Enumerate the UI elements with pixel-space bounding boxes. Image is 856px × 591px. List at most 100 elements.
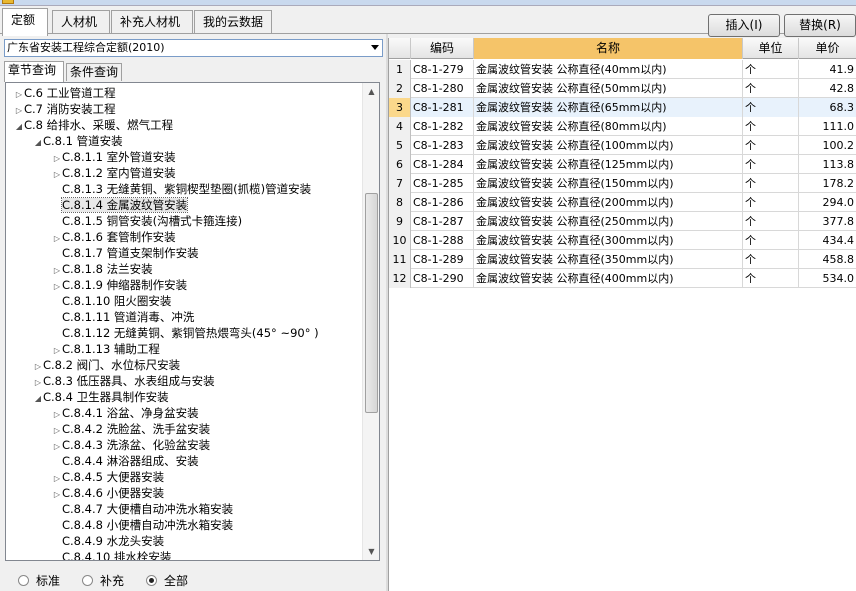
table-row[interactable]: 2 C8-1-280 金属波纹管安装 公称直径(50mm以内) 个 42.8 — [389, 79, 856, 98]
row-number[interactable]: 9 — [389, 212, 411, 231]
price-cell[interactable]: 42.8 — [799, 79, 856, 98]
unit-cell[interactable]: 个 — [743, 117, 799, 136]
unit-cell[interactable]: 个 — [743, 98, 799, 117]
row-number[interactable]: 12 — [389, 269, 411, 288]
name-cell[interactable]: 金属波纹管安装 公称直径(400mm以内) — [474, 269, 743, 288]
tree-node[interactable]: ▷ C.8.1.13 辅助工程 — [52, 341, 160, 357]
code-cell[interactable]: C8-1-290 — [411, 269, 474, 288]
code-cell[interactable]: C8-1-287 — [411, 212, 474, 231]
row-number[interactable]: 5 — [389, 136, 411, 155]
price-cell[interactable]: 68.3 — [799, 98, 856, 117]
name-cell[interactable]: 金属波纹管安装 公称直径(65mm以内) — [474, 98, 743, 117]
tree-node[interactable]: C.8.1.11 管道消毒、冲洗 — [52, 309, 194, 325]
radio-supplement-dot[interactable] — [82, 575, 93, 586]
table-row[interactable]: 3 C8-1-281 金属波纹管安装 公称直径(65mm以内) 个 68.3 — [389, 98, 856, 117]
row-number[interactable]: 7 — [389, 174, 411, 193]
name-cell[interactable]: 金属波纹管安装 公称直径(50mm以内) — [474, 79, 743, 98]
radio-standard-dot[interactable] — [18, 575, 29, 586]
tree-node[interactable]: ▷ C.8.1.1 室外管道安装 — [52, 149, 176, 165]
tree-node[interactable]: C.8.4.7 大便槽自动冲洗水箱安装 — [52, 501, 233, 517]
tree-node[interactable]: C.8.4.4 淋浴器组成、安装 — [52, 453, 199, 469]
chevron-down-icon[interactable] — [371, 45, 379, 50]
tree-node[interactable]: ◢ C.8.4 卫生器具制作安装 — [33, 389, 169, 405]
replace-button[interactable]: 替换(R) — [784, 14, 856, 37]
row-number[interactable]: 2 — [389, 79, 411, 98]
tree-node[interactable]: ▷ C.8.3 低压器具、水表组成与安装 — [33, 373, 215, 389]
tree-node[interactable]: C.8.1.10 阻火圈安装 — [52, 293, 171, 309]
unit-cell[interactable]: 个 — [743, 269, 799, 288]
scroll-thumb[interactable] — [365, 193, 378, 413]
tree-node[interactable]: C.8.4.8 小便槽自动冲洗水箱安装 — [52, 517, 233, 533]
tab-supplement-materials[interactable]: 补充人材机 — [111, 10, 193, 34]
table-row[interactable]: 12 C8-1-290 金属波纹管安装 公称直径(400mm以内) 个 534.0 — [389, 269, 856, 288]
unit-cell[interactable]: 个 — [743, 136, 799, 155]
code-cell[interactable]: C8-1-284 — [411, 155, 474, 174]
header-unit[interactable]: 单位 — [743, 38, 799, 59]
price-cell[interactable]: 458.8 — [799, 250, 856, 269]
name-cell[interactable]: 金属波纹管安装 公称直径(100mm以内) — [474, 136, 743, 155]
unit-cell[interactable]: 个 — [743, 231, 799, 250]
price-cell[interactable]: 294.0 — [799, 193, 856, 212]
table-row[interactable]: 7 C8-1-285 金属波纹管安装 公称直径(150mm以内) 个 178.2 — [389, 174, 856, 193]
name-cell[interactable]: 金属波纹管安装 公称直径(250mm以内) — [474, 212, 743, 231]
insert-button[interactable]: 插入(I) — [708, 14, 780, 37]
row-number[interactable]: 6 — [389, 155, 411, 174]
unit-cell[interactable]: 个 — [743, 193, 799, 212]
radio-all[interactable]: 全部 — [146, 572, 188, 589]
tree-node[interactable]: ▷ C.8.4.5 大便器安装 — [52, 469, 164, 485]
tree-node[interactable]: ▷ C.8.1.8 法兰安装 — [52, 261, 153, 277]
code-cell[interactable]: C8-1-289 — [411, 250, 474, 269]
code-cell[interactable]: C8-1-279 — [411, 60, 474, 79]
chapter-tree[interactable]: ▷ C.6 工业管道工程 ▷ C.7 消防安装工程 ◢ C.8 给排水、采暖、燃气工程 ◢ C… — [5, 82, 380, 561]
unit-cell[interactable]: 个 — [743, 174, 799, 193]
tree-node[interactable]: ▷ C.8.1.6 套管制作安装 — [52, 229, 176, 245]
row-number[interactable]: 4 — [389, 117, 411, 136]
table-row[interactable]: 8 C8-1-286 金属波纹管安装 公称直径(200mm以内) 个 294.0 — [389, 193, 856, 212]
tree-node[interactable]: C.8.1.12 无缝黄铜、紫铜管热煨弯头(45° ~90° ) — [52, 325, 319, 341]
tree-node[interactable]: ▷ C.8.4.3 洗涤盆、化验盆安装 — [52, 437, 210, 453]
price-cell[interactable]: 111.0 — [799, 117, 856, 136]
code-cell[interactable]: C8-1-280 — [411, 79, 474, 98]
name-cell[interactable]: 金属波纹管安装 公称直径(350mm以内) — [474, 250, 743, 269]
tree-node[interactable]: ▷ C.8.2 阀门、水位标尺安装 — [33, 357, 180, 373]
price-cell[interactable]: 377.8 — [799, 212, 856, 231]
price-cell[interactable]: 41.9 — [799, 60, 856, 79]
price-cell[interactable]: 178.2 — [799, 174, 856, 193]
table-row[interactable]: 5 C8-1-283 金属波纹管安装 公称直径(100mm以内) 个 100.2 — [389, 136, 856, 155]
name-cell[interactable]: 金属波纹管安装 公称直径(40mm以内) — [474, 60, 743, 79]
code-cell[interactable]: C8-1-282 — [411, 117, 474, 136]
tree-scrollbar[interactable]: ▲ ▼ — [362, 83, 379, 560]
tree-node[interactable]: C.8.4.10 排水栓安装 — [52, 549, 171, 560]
tree-node[interactable]: C.8.1.5 铜管安装(沟槽式卡箍连接) — [52, 213, 242, 229]
tree-node[interactable]: ◢ C.8.1 管道安装 — [33, 133, 123, 149]
price-cell[interactable]: 100.2 — [799, 136, 856, 155]
code-cell[interactable]: C8-1-288 — [411, 231, 474, 250]
tree-node[interactable]: ▷ C.7 消防安装工程 — [14, 101, 116, 117]
tree-node[interactable]: C.8.4.9 水龙头安装 — [52, 533, 164, 549]
tree-node[interactable]: ▷ C.8.4.6 小便器安装 — [52, 485, 164, 501]
price-cell[interactable]: 113.8 — [799, 155, 856, 174]
table-row[interactable]: 11 C8-1-289 金属波纹管安装 公称直径(350mm以内) 个 458.8 — [389, 250, 856, 269]
tree-node[interactable]: ▷ C.6 工业管道工程 — [14, 85, 116, 101]
table-row[interactable]: 6 C8-1-284 金属波纹管安装 公称直径(125mm以内) 个 113.8 — [389, 155, 856, 174]
quota-library-select[interactable]: 广东省安装工程综合定额(2010) — [4, 39, 383, 57]
name-cell[interactable]: 金属波纹管安装 公称直径(200mm以内) — [474, 193, 743, 212]
tree-node[interactable]: C.8.1.3 无缝黄铜、紫铜楔型垫圈(抓榄)管道安装 — [52, 181, 311, 197]
tab-chapter-query[interactable]: 章节查询 — [4, 61, 64, 82]
tree-node[interactable]: ▷ C.8.1.2 室内管道安装 — [52, 165, 176, 181]
table-row[interactable]: 9 C8-1-287 金属波纹管安装 公称直径(250mm以内) 个 377.8 — [389, 212, 856, 231]
unit-cell[interactable]: 个 — [743, 155, 799, 174]
unit-cell[interactable]: 个 — [743, 79, 799, 98]
name-cell[interactable]: 金属波纹管安装 公称直径(150mm以内) — [474, 174, 743, 193]
name-cell[interactable]: 金属波纹管安装 公称直径(80mm以内) — [474, 117, 743, 136]
tree-node[interactable]: ◢ C.8 给排水、采暖、燃气工程 — [14, 117, 173, 133]
scroll-up-icon[interactable]: ▲ — [363, 83, 379, 100]
unit-cell[interactable]: 个 — [743, 60, 799, 79]
tree-node[interactable]: ▷ C.8.4.2 洗脸盆、洗手盆安装 — [52, 421, 210, 437]
code-cell[interactable]: C8-1-285 — [411, 174, 474, 193]
tree-expanded-icon[interactable]: ◢ — [33, 135, 43, 151]
tree-node[interactable]: C.8.1.7 管道支架制作安装 — [52, 245, 199, 261]
price-cell[interactable]: 534.0 — [799, 269, 856, 288]
row-number[interactable]: 11 — [389, 250, 411, 269]
price-cell[interactable]: 434.4 — [799, 231, 856, 250]
